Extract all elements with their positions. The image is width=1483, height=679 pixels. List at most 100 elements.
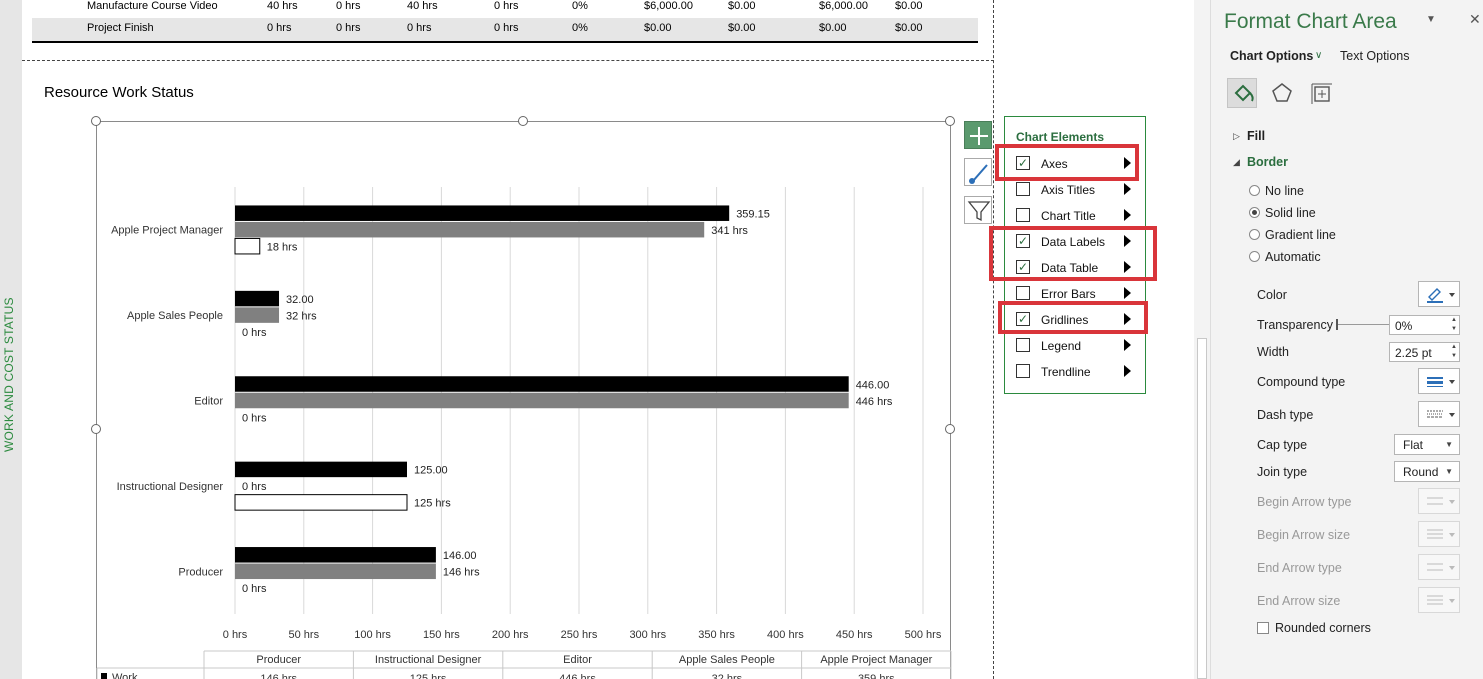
submenu-arrow-icon[interactable] bbox=[1124, 365, 1131, 377]
chart-elements-button[interactable] bbox=[964, 121, 992, 149]
transparency-value: 0% bbox=[1395, 319, 1413, 333]
cell: $0.00 bbox=[728, 22, 756, 34]
resize-handle-left[interactable] bbox=[91, 424, 101, 434]
cell: 0% bbox=[572, 22, 588, 34]
radio-label: Automatic bbox=[1265, 250, 1321, 264]
pen-color-icon bbox=[1427, 288, 1455, 303]
cell: 0 hrs bbox=[494, 0, 519, 12]
join-type-select[interactable]: Round ▼ bbox=[1394, 461, 1460, 482]
cell: 0% bbox=[572, 0, 588, 12]
arrow-type-icon bbox=[1427, 497, 1455, 505]
end-arrow-size-label: End Arrow size bbox=[1257, 594, 1341, 608]
cell: $0.00 bbox=[819, 22, 847, 34]
resize-handle-top-right[interactable] bbox=[945, 116, 955, 126]
highlight-data-labels-table bbox=[989, 226, 1157, 281]
section-border[interactable]: Border bbox=[1247, 155, 1288, 169]
chart-styles-button[interactable] bbox=[964, 158, 992, 186]
chart-heading: Resource Work Status bbox=[44, 84, 194, 101]
radio-label: Solid line bbox=[1265, 206, 1316, 220]
end-arrow-type-dropdown[interactable] bbox=[1418, 554, 1460, 580]
rounded-corners-checkbox[interactable] bbox=[1257, 622, 1269, 634]
popup-title: Chart Elements bbox=[1016, 130, 1105, 144]
format-chart-area-pane: Format Chart Area ▼ ✕ Chart Options ∨ Te… bbox=[1210, 0, 1483, 679]
begin-arrow-type-dropdown[interactable] bbox=[1418, 488, 1460, 514]
slider-knob[interactable] bbox=[1336, 319, 1338, 330]
task-name: Project Finish bbox=[87, 22, 154, 34]
paintbrush-icon bbox=[969, 164, 988, 184]
cell: 0 hrs bbox=[336, 22, 361, 34]
chart-element-label: Axis Titles bbox=[1041, 183, 1096, 197]
cell: 0 hrs bbox=[494, 22, 519, 34]
chart-element-trendline[interactable]: Trendline bbox=[1005, 358, 1145, 384]
cell: 0 hrs bbox=[336, 0, 361, 12]
vertical-scrollbar[interactable] bbox=[1194, 0, 1210, 679]
resize-handle-right[interactable] bbox=[945, 424, 955, 434]
spin-down-icon[interactable]: ▼ bbox=[1451, 326, 1457, 333]
transparency-label: Transparency bbox=[1257, 318, 1333, 332]
transparency-slider[interactable] bbox=[1337, 324, 1389, 325]
submenu-arrow-icon[interactable] bbox=[1124, 183, 1131, 195]
spin-up-icon[interactable]: ▲ bbox=[1451, 344, 1457, 351]
pane-title: Format Chart Area bbox=[1224, 10, 1397, 33]
checkbox[interactable] bbox=[1016, 208, 1030, 222]
size-properties-tab[interactable] bbox=[1307, 78, 1337, 108]
page-break-vertical bbox=[993, 0, 994, 679]
checkbox[interactable] bbox=[1016, 286, 1030, 300]
radio-gradient-line[interactable] bbox=[1249, 229, 1260, 240]
radio-solid-line[interactable] bbox=[1249, 207, 1260, 218]
chevron-down-icon[interactable]: ∨ bbox=[1315, 50, 1322, 61]
cap-type-value: Flat bbox=[1403, 438, 1424, 452]
chart-element-chart-title[interactable]: Chart Title bbox=[1005, 202, 1145, 228]
chart-area[interactable] bbox=[96, 121, 951, 679]
cell: $6,000.00 bbox=[819, 0, 868, 12]
radio-label: Gradient line bbox=[1265, 228, 1336, 242]
table-row: Manufacture Course Video 40 hrs 0 hrs 40… bbox=[32, 0, 978, 18]
end-arrow-size-dropdown[interactable] bbox=[1418, 587, 1460, 613]
pane-options-chevron-icon[interactable]: ▼ bbox=[1426, 14, 1436, 25]
spin-up-icon[interactable]: ▲ bbox=[1451, 317, 1457, 324]
tab-text-options[interactable]: Text Options bbox=[1340, 49, 1409, 63]
resize-handle-top-left[interactable] bbox=[91, 116, 101, 126]
resize-handle-top[interactable] bbox=[518, 116, 528, 126]
checkbox[interactable] bbox=[1016, 182, 1030, 196]
effects-tab[interactable] bbox=[1267, 78, 1297, 108]
spin-down-icon[interactable]: ▼ bbox=[1451, 353, 1457, 360]
fill-expand-icon[interactable]: ▷ bbox=[1233, 131, 1240, 142]
chart-filters-button[interactable] bbox=[964, 196, 992, 224]
submenu-arrow-icon[interactable] bbox=[1124, 287, 1131, 299]
transparency-input[interactable]: 0% ▲ ▼ bbox=[1389, 315, 1460, 335]
dash-type-label: Dash type bbox=[1257, 408, 1314, 422]
arrow-size-icon bbox=[1427, 595, 1455, 605]
submenu-arrow-icon[interactable] bbox=[1124, 339, 1131, 351]
tab-chart-options[interactable]: Chart Options bbox=[1230, 49, 1313, 63]
arrow-size-icon bbox=[1427, 529, 1455, 539]
begin-arrow-size-dropdown[interactable] bbox=[1418, 521, 1460, 547]
compound-type-label: Compound type bbox=[1257, 375, 1346, 389]
close-icon[interactable]: ✕ bbox=[1469, 11, 1481, 28]
cell: 0 hrs bbox=[267, 22, 292, 34]
page-break-horizontal bbox=[22, 60, 994, 61]
radio-automatic[interactable] bbox=[1249, 251, 1260, 262]
begin-arrow-size-label: Begin Arrow size bbox=[1257, 528, 1351, 542]
checkbox[interactable] bbox=[1016, 364, 1030, 378]
left-margin: WORK AND COST STATUS bbox=[0, 0, 22, 679]
width-input[interactable]: 2.25 pt ▲ ▼ bbox=[1389, 342, 1460, 362]
dash-type-dropdown[interactable] bbox=[1418, 401, 1460, 427]
fill-line-tab[interactable] bbox=[1227, 78, 1257, 108]
cell: 40 hrs bbox=[407, 0, 438, 12]
checkbox[interactable] bbox=[1016, 338, 1030, 352]
filter-icon bbox=[967, 201, 991, 222]
chart-element-legend[interactable]: Legend bbox=[1005, 332, 1145, 358]
submenu-arrow-icon[interactable] bbox=[1124, 209, 1131, 221]
cell: $0.00 bbox=[895, 22, 923, 34]
scrollbar-thumb[interactable] bbox=[1197, 338, 1207, 679]
cap-type-select[interactable]: Flat ▼ bbox=[1394, 434, 1460, 455]
radio-no-line[interactable] bbox=[1249, 185, 1260, 196]
radio-label: No line bbox=[1265, 184, 1304, 198]
border-collapse-icon[interactable]: ◢ bbox=[1233, 157, 1240, 168]
color-picker[interactable] bbox=[1418, 281, 1460, 307]
paint-bucket-icon bbox=[1234, 84, 1254, 102]
section-fill[interactable]: Fill bbox=[1247, 129, 1265, 143]
rounded-corners-label: Rounded corners bbox=[1275, 621, 1371, 635]
compound-type-dropdown[interactable] bbox=[1418, 368, 1460, 394]
